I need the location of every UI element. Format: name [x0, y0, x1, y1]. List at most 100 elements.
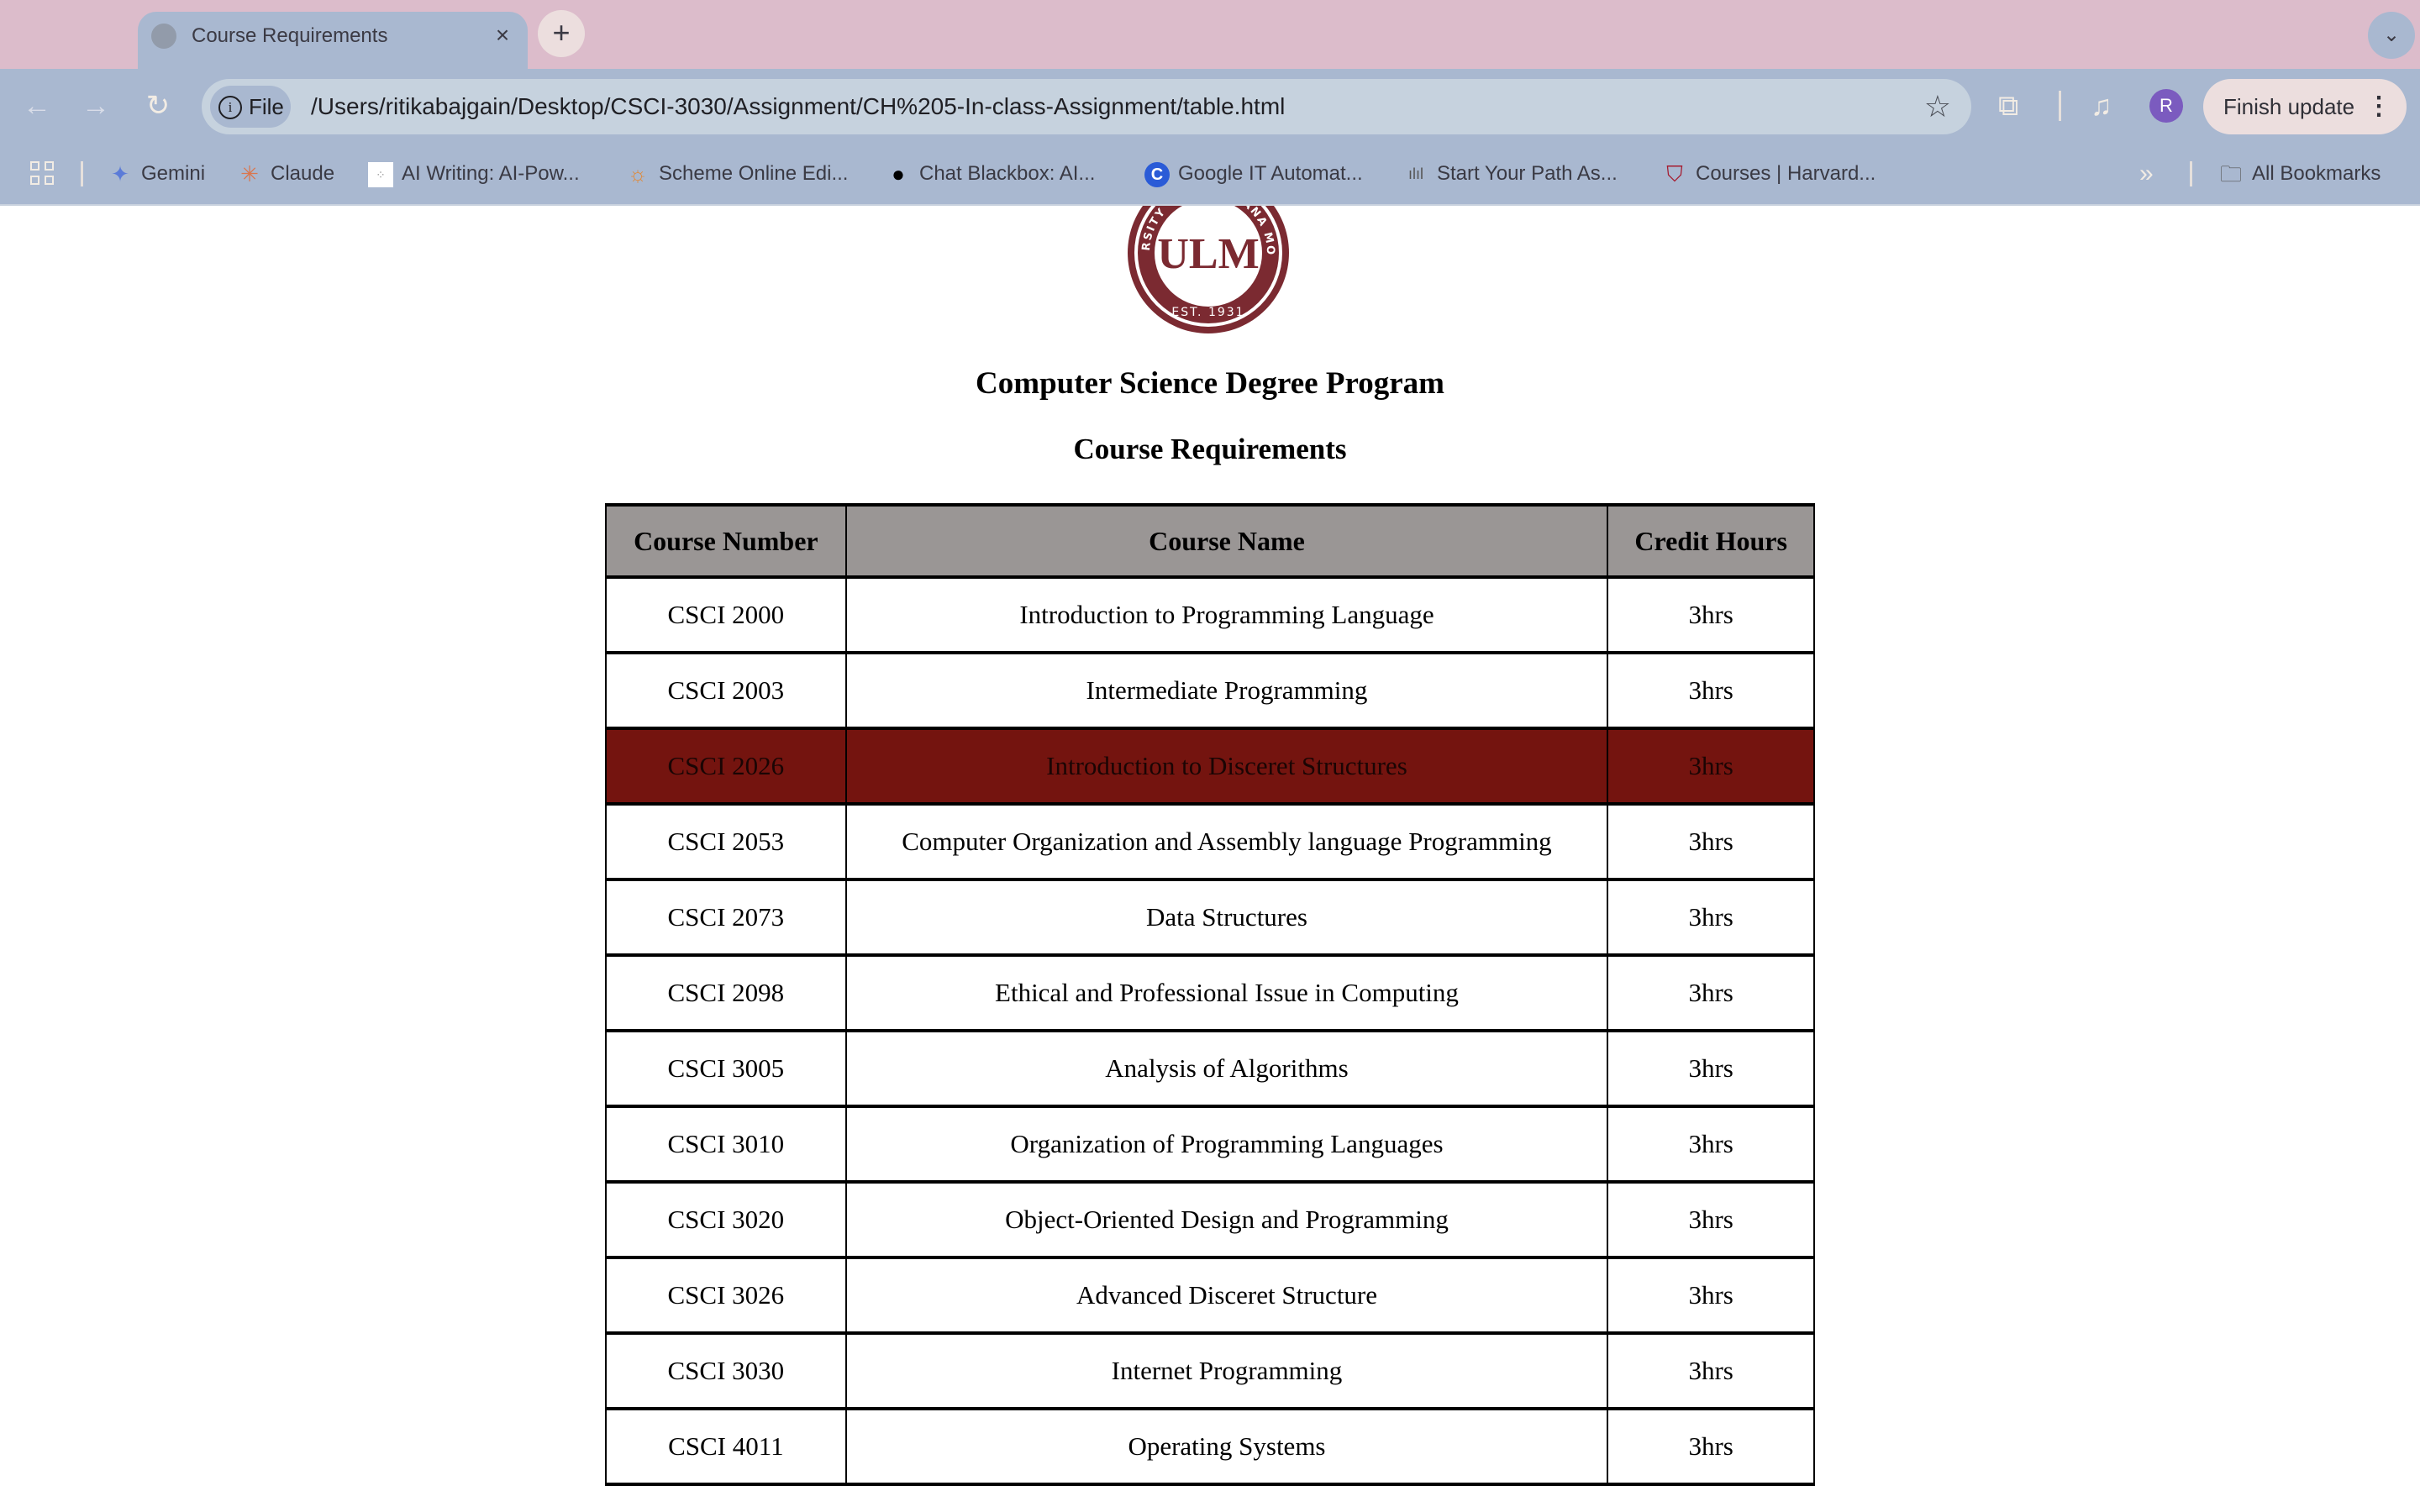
bookmarks-bar: ✦ Gemini ✳ Claude ⁘ AI Writing: AI-Pow... ☼… — [0, 143, 2420, 206]
course-number-cell: CSCI 2003 — [605, 651, 847, 730]
table-row: CSCI 2053 Computer Organization and Assem… — [605, 802, 1815, 881]
bookmark-cisco[interactable]: ılıl Start Your Path As... — [1403, 143, 1618, 204]
bookmark-label: AI Writing: AI-Pow... — [402, 162, 580, 185]
credit-hours-cell: 3hrs — [1607, 878, 1815, 957]
course-name-cell: Introduction to Disceret Structures — [844, 727, 1609, 806]
tab-title: Course Requirements — [192, 24, 388, 47]
course-number-cell: CSCI 2026 — [605, 727, 847, 806]
close-icon[interactable]: × — [487, 20, 518, 50]
course-name-cell: Data Structures — [844, 878, 1609, 957]
apps-grid-icon[interactable] — [30, 161, 55, 186]
table-header-row: Course Number Course Name Credit Hours — [605, 503, 1815, 579]
table-row: CSCI 3030 Internet Programming 3hrs — [605, 1331, 1815, 1410]
bookmark-gemini[interactable]: ✦ Gemini — [108, 143, 205, 204]
finish-update-button[interactable]: Finish update ⋮ — [2203, 79, 2407, 134]
table-row: CSCI 2098 Ethical and Professional Issue … — [605, 953, 1815, 1032]
back-button[interactable]: ← — [15, 84, 59, 128]
course-number-cell: CSCI 2000 — [605, 575, 847, 654]
bookmark-label: Chat Blackbox: AI... — [919, 162, 1096, 185]
bookmarks-divider — [2190, 161, 2192, 186]
course-table: Course Number Course Name Credit Hours C… — [605, 503, 1815, 1486]
course-number-cell: CSCI 3030 — [605, 1331, 847, 1410]
finish-update-label: Finish update — [2223, 94, 2355, 119]
course-number-cell: CSCI 3026 — [605, 1256, 847, 1335]
chevron-down-icon[interactable]: ⌄ — [2368, 12, 2415, 59]
course-name-cell: Advanced Disceret Structure — [844, 1256, 1609, 1335]
header-credit-hours: Credit Hours — [1607, 503, 1815, 579]
new-tab-button[interactable]: + — [538, 10, 585, 57]
credit-hours-cell: 3hrs — [1607, 1105, 1815, 1184]
course-number-cell: CSCI 4011 — [605, 1407, 847, 1486]
bookmark-label: Scheme Online Edi... — [659, 162, 849, 185]
table-row: CSCI 3020 Object-Oriented Design and Prog… — [605, 1180, 1815, 1259]
table-row: CSCI 2073 Data Structures 3hrs — [605, 878, 1815, 957]
gemini-icon: ✦ — [111, 161, 129, 187]
bookmark-ai-writing[interactable]: ⁘ AI Writing: AI-Pow... — [368, 143, 580, 204]
harvard-icon: ⛉ — [1666, 161, 1683, 187]
credit-hours-cell: 3hrs — [1607, 651, 1815, 730]
site-info-button[interactable]: i File — [210, 86, 291, 128]
table-row: CSCI 3010 Organization of Programming Lan… — [605, 1105, 1815, 1184]
credit-hours-cell: 3hrs — [1607, 727, 1815, 806]
course-name-cell: Computer Organization and Assembly langu… — [844, 802, 1609, 881]
header-course-number: Course Number — [605, 503, 847, 579]
course-number-cell: CSCI 3020 — [605, 1180, 847, 1259]
course-name-cell: Object-Oriented Design and Programming — [844, 1180, 1609, 1259]
credit-hours-cell: 3hrs — [1607, 575, 1815, 654]
bookmark-claude[interactable]: ✳ Claude — [237, 143, 334, 204]
tab-course-requirements[interactable]: Course Requirements × — [138, 12, 528, 69]
forward-button[interactable]: → — [74, 84, 118, 128]
toolbar: ← → ↻ i File /Users/ritikabajgain/Deskto… — [0, 69, 2420, 143]
bookmarks-overflow-button[interactable]: » — [2139, 143, 2154, 204]
ulm-logo: UNIVERSITY OF LOUISIANA MONROE EST. 1931… — [1124, 206, 1289, 333]
menu-dots-icon[interactable]: ⋮ — [2366, 79, 2391, 134]
bookmark-star-icon[interactable]: ☆ — [1924, 86, 1951, 128]
blackbox-icon: ● — [892, 161, 905, 187]
logo-monogram: ULM — [1157, 230, 1259, 278]
credit-hours-cell: 3hrs — [1607, 802, 1815, 881]
page-subtitle: Course Requirements — [1073, 433, 1347, 465]
reload-button[interactable]: ↻ — [136, 84, 180, 128]
credit-hours-cell: 3hrs — [1607, 1256, 1815, 1335]
course-name-cell: Analysis of Algorithms — [844, 1029, 1609, 1108]
bookmark-label: Courses | Harvard... — [1696, 162, 1876, 185]
media-control-icon[interactable]: ♫ — [2091, 84, 2112, 128]
table-row: CSCI 3026 Advanced Disceret Structure 3hrs — [605, 1256, 1815, 1335]
bookmark-label: Claude — [271, 162, 335, 185]
globe-icon — [151, 24, 176, 49]
bookmark-harvard[interactable]: ⛉ Courses | Harvard... — [1662, 143, 1876, 204]
cisco-icon: ılıl — [1408, 165, 1423, 183]
table-row: CSCI 2000 Introduction to Programming Lan… — [605, 575, 1815, 654]
ai-writing-icon: ⁘ — [368, 161, 393, 187]
logo-est-text: EST. 1931 — [1171, 306, 1244, 319]
course-name-cell: Intermediate Programming — [844, 651, 1609, 730]
bookmarks-divider — [81, 161, 83, 186]
bookmark-blackbox[interactable]: ● Chat Blackbox: AI... — [886, 143, 1095, 204]
page-content: UNIVERSITY OF LOUISIANA MONROE EST. 1931… — [0, 206, 2420, 1512]
credit-hours-cell: 3hrs — [1607, 1180, 1815, 1259]
bookmark-google-it[interactable]: C Google IT Automat... — [1144, 143, 1363, 204]
extensions-icon[interactable]: ⧉ — [1998, 84, 2018, 128]
course-name-cell: Ethical and Professional Issue in Comput… — [844, 953, 1609, 1032]
bookmark-label: Start Your Path As... — [1437, 162, 1618, 185]
bookmark-scheme[interactable]: ☼ Scheme Online Edi... — [625, 143, 848, 204]
info-icon: i — [218, 96, 242, 119]
url-text[interactable]: /Users/ritikabajgain/Desktop/CSCI-3030/A… — [311, 79, 1285, 134]
credit-hours-cell: 3hrs — [1607, 1331, 1815, 1410]
page-title: Computer Science Degree Program — [976, 366, 1444, 401]
course-name-cell: Internet Programming — [844, 1331, 1609, 1410]
scheme-icon: ☼ — [628, 161, 648, 187]
credit-hours-cell: 3hrs — [1607, 953, 1815, 1032]
all-bookmarks-label: All Bookmarks — [2252, 162, 2381, 185]
all-bookmarks-button[interactable]: 🗀 All Bookmarks — [2218, 143, 2381, 204]
scheme-label: File — [249, 94, 284, 119]
address-bar[interactable]: i File /Users/ritikabajgain/Desktop/CSCI… — [202, 79, 1971, 134]
profile-avatar[interactable]: R — [2149, 89, 2183, 123]
credit-hours-cell: 3hrs — [1607, 1407, 1815, 1486]
folder-icon: 🗀 — [2219, 161, 2242, 187]
credit-hours-cell: 3hrs — [1607, 1029, 1815, 1108]
toolbar-divider — [2059, 91, 2061, 121]
course-number-cell: CSCI 2053 — [605, 802, 847, 881]
table-row: CSCI 4011 Operating Systems 3hrs — [605, 1407, 1815, 1486]
claude-icon: ✳ — [240, 161, 259, 187]
